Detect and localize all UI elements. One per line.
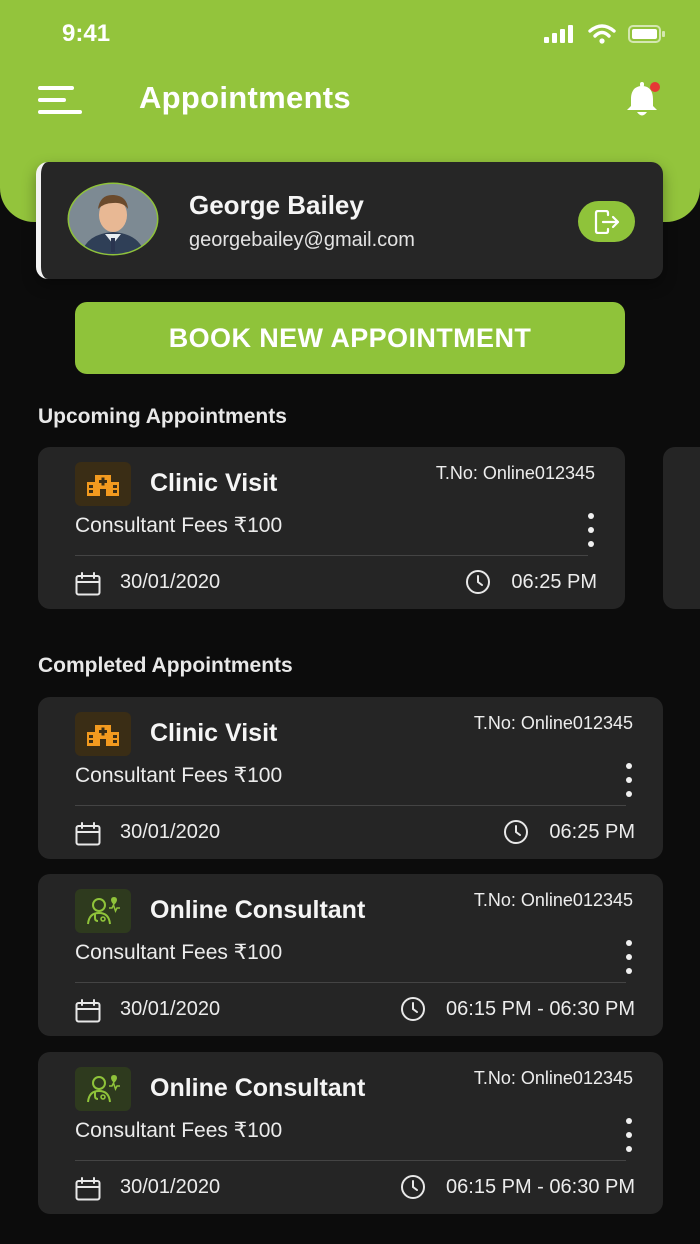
token-number: T.No: Online012345: [473, 713, 633, 733]
more-vertical-icon: [626, 1118, 632, 1124]
appointment-card[interactable]: Online Consultant T.No: Online012345 Con…: [38, 1052, 663, 1214]
upcoming-section-title: Upcoming Appointments: [38, 405, 287, 428]
clock-icon: [401, 1175, 426, 1199]
appointment-time: 06:15 PM - 06:30 PM: [446, 997, 635, 1020]
more-options-button[interactable]: [623, 940, 635, 974]
calendar-icon: [75, 572, 101, 596]
hospital-icon: [87, 725, 119, 746]
appointment-time-group: 06:15 PM - 06:30 PM: [400, 1174, 635, 1200]
book-new-appointment-button[interactable]: BOOK NEW APPOINTMENT: [75, 302, 625, 374]
appointment-date: 30/01/2020: [120, 571, 221, 593]
avatar: [67, 182, 159, 256]
appointment-time: 06:15 PM - 06:30 PM: [446, 1175, 635, 1198]
appointment-time-group: 06:25 PM: [465, 569, 597, 595]
divider: [75, 982, 626, 983]
appointment-date: 30/01/2020: [120, 998, 221, 1020]
calendar-icon: [75, 999, 101, 1023]
doctor-online-icon: [87, 1075, 120, 1103]
completed-section-title: Completed Appointments: [38, 654, 293, 677]
consultant-fees: Consultant Fees ₹100: [75, 1119, 283, 1142]
appointment-type: Online Consultant: [150, 1074, 366, 1102]
profile-name: George Bailey: [189, 190, 364, 220]
token-number: T.No: Online012345: [473, 890, 633, 910]
appointment-type: Clinic Visit: [150, 469, 278, 497]
token-number: T.No: Online012345: [473, 1068, 633, 1088]
appointment-type-icon: [75, 1067, 131, 1111]
appointment-date: 30/01/2020: [120, 821, 221, 843]
calendar-icon: [75, 822, 101, 846]
wifi-icon: [588, 24, 616, 44]
signal-icon: [544, 25, 573, 43]
more-options-button[interactable]: [623, 1118, 635, 1152]
profile-card: George Bailey georgebailey@gmail.com: [36, 162, 663, 279]
clock-icon: [466, 570, 491, 594]
calendar-icon: [75, 1177, 101, 1201]
appointment-type-icon: [75, 462, 131, 506]
appointment-type-icon: [75, 889, 131, 933]
appointment-type-icon: [75, 712, 131, 756]
doctor-online-icon: [87, 897, 120, 925]
more-options-button[interactable]: [623, 763, 635, 797]
appointment-time-group: 06:25 PM: [503, 819, 635, 845]
appointment-type: Clinic Visit: [150, 719, 278, 747]
status-bar: 9:41: [0, 0, 700, 66]
appointment-time: 06:25 PM: [549, 820, 635, 843]
clock-icon: [401, 997, 426, 1021]
more-vertical-icon: [626, 940, 632, 946]
appointment-card[interactable]: Online Consultant T.No: Online012345 Con…: [38, 874, 663, 1036]
battery-icon: [628, 25, 665, 43]
menu-button[interactable]: [38, 84, 84, 116]
appointment-type: Online Consultant: [150, 896, 366, 924]
hospital-icon: [87, 475, 119, 496]
bell-icon: [627, 82, 660, 116]
status-icons: [544, 24, 666, 44]
more-vertical-icon: [588, 513, 594, 519]
profile-email: georgebailey@gmail.com: [189, 229, 415, 251]
divider: [75, 805, 626, 806]
more-vertical-icon: [626, 763, 632, 769]
notifications-button[interactable]: [622, 80, 662, 120]
more-options-button[interactable]: [585, 513, 597, 547]
status-time: 9:41: [62, 20, 111, 47]
token-number: T.No: Online012345: [435, 463, 595, 483]
consultant-fees: Consultant Fees ₹100: [75, 764, 283, 787]
divider: [75, 1160, 626, 1161]
appointment-time-group: 06:15 PM - 06:30 PM: [400, 996, 635, 1022]
next-appointment-card-peek[interactable]: [663, 447, 700, 609]
appointment-card[interactable]: Clinic Visit T.No: Online012345 Consulta…: [38, 697, 663, 859]
clock-icon: [504, 820, 529, 844]
logout-icon: [594, 209, 619, 234]
consultant-fees: Consultant Fees ₹100: [75, 514, 283, 537]
divider: [75, 555, 588, 556]
appointment-card[interactable]: Clinic Visit T.No: Online012345 Consulta…: [38, 447, 625, 609]
notification-dot: [650, 82, 660, 92]
appointment-date: 30/01/2020: [120, 1176, 221, 1198]
appointment-time: 06:25 PM: [511, 570, 597, 593]
consultant-fees: Consultant Fees ₹100: [75, 941, 283, 964]
page-title: Appointments: [139, 80, 351, 115]
top-app-bar: Appointments: [0, 66, 700, 136]
logout-button[interactable]: [578, 201, 635, 242]
menu-icon: [38, 86, 82, 114]
